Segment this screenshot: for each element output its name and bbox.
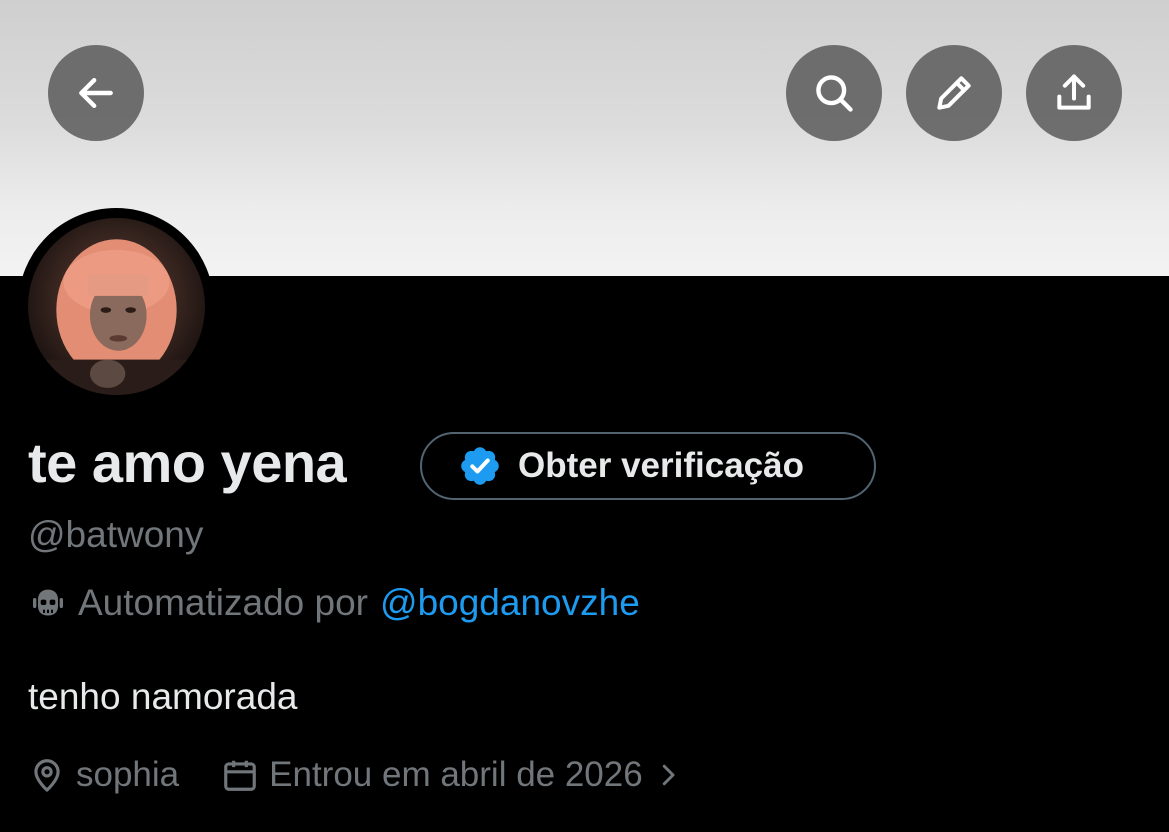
avatar[interactable] <box>28 218 205 395</box>
share-upload-icon <box>1057 74 1091 110</box>
robot-icon <box>33 589 63 616</box>
joined-date[interactable]: Entrou em abril de 2026 <box>269 755 643 795</box>
edit-profile-button[interactable] <box>906 45 1002 141</box>
search-icon <box>816 75 853 112</box>
chevron-right-icon[interactable] <box>653 760 683 790</box>
automated-by-text: Automatizado por <box>78 582 369 623</box>
profile-meta: sophia Entrou em abril de 2026 <box>28 752 683 798</box>
share-button[interactable] <box>1026 45 1122 141</box>
get-verified-button[interactable]: Obter verificação <box>420 432 876 500</box>
automated-by-link[interactable]: @bogdanovzhe <box>380 582 640 624</box>
get-verified-label: Obter verificação <box>518 446 804 485</box>
verified-badge-icon <box>461 447 499 485</box>
search-button[interactable] <box>786 45 882 141</box>
location-text: sophia <box>76 755 180 794</box>
calendar-icon <box>224 760 256 791</box>
profile-page: te amo yena Obter verificação @batwony A… <box>0 0 1169 832</box>
avatar-image <box>45 239 188 395</box>
pencil-icon <box>937 76 971 110</box>
automated-account-label: Automatizado por @bogdanovzhe <box>28 580 640 626</box>
username-handle: @batwony <box>28 514 204 555</box>
location-icon <box>34 759 60 792</box>
display-name: te amo yena <box>28 431 347 494</box>
profile-bio: tenho namorada <box>28 676 298 717</box>
back-button[interactable] <box>48 45 144 141</box>
arrow-left-icon <box>79 77 113 109</box>
